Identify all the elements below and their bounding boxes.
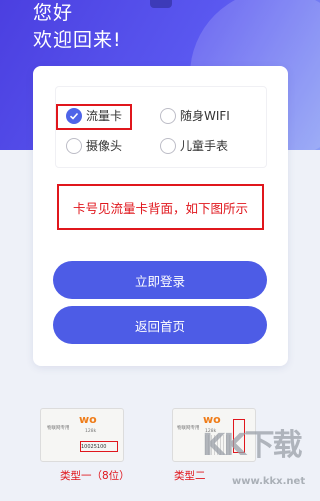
option-label: 随身WIFI [180, 109, 230, 123]
option-camera[interactable]: 摄像头 [66, 137, 122, 154]
greeting: 您好 欢迎回来! [33, 0, 122, 54]
radio-icon [66, 137, 82, 154]
sample-caption-2: 类型二 [174, 470, 206, 482]
carrier-logo-icon: wo [79, 413, 97, 426]
greeting-line-1: 您好 [33, 2, 74, 24]
radio-icon [160, 107, 176, 124]
option-label: 儿童手表 [180, 139, 229, 153]
selected-highlight [56, 104, 132, 130]
sim-spec: 128k [85, 429, 97, 434]
sample-caption-1: 类型一（8位） [60, 470, 130, 482]
login-button[interactable]: 立即登录 [53, 261, 267, 299]
watermark-logo: KK下载 [202, 428, 302, 463]
banner-tab [150, 0, 172, 8]
login-card: 流量卡 随身WIFI 摄像头 儿童手表 卡号见流量卡背面，如下图所示 立即登录 … [33, 66, 288, 366]
card-number-notice: 卡号见流量卡背面，如下图所示 [57, 184, 264, 230]
option-kids-watch[interactable]: 儿童手表 [160, 137, 228, 154]
greeting-line-2: 欢迎回来! [33, 29, 122, 51]
option-label: 摄像头 [86, 139, 123, 153]
sim-brand: 物联网专用 [47, 426, 70, 431]
kk-watermark: KK下载 www.kkx.net [202, 420, 306, 498]
sim-brand: 物联网专用 [177, 426, 200, 431]
radio-icon [160, 137, 176, 154]
back-home-button[interactable]: 返回首页 [53, 306, 267, 344]
watermark-url: www.kkx.net [232, 476, 306, 487]
number-highlight [80, 441, 118, 452]
sim-sample-type-1: 物联网专用 wo 128k 10025100 [40, 408, 124, 462]
option-portable-wifi[interactable]: 随身WIFI [160, 107, 230, 124]
